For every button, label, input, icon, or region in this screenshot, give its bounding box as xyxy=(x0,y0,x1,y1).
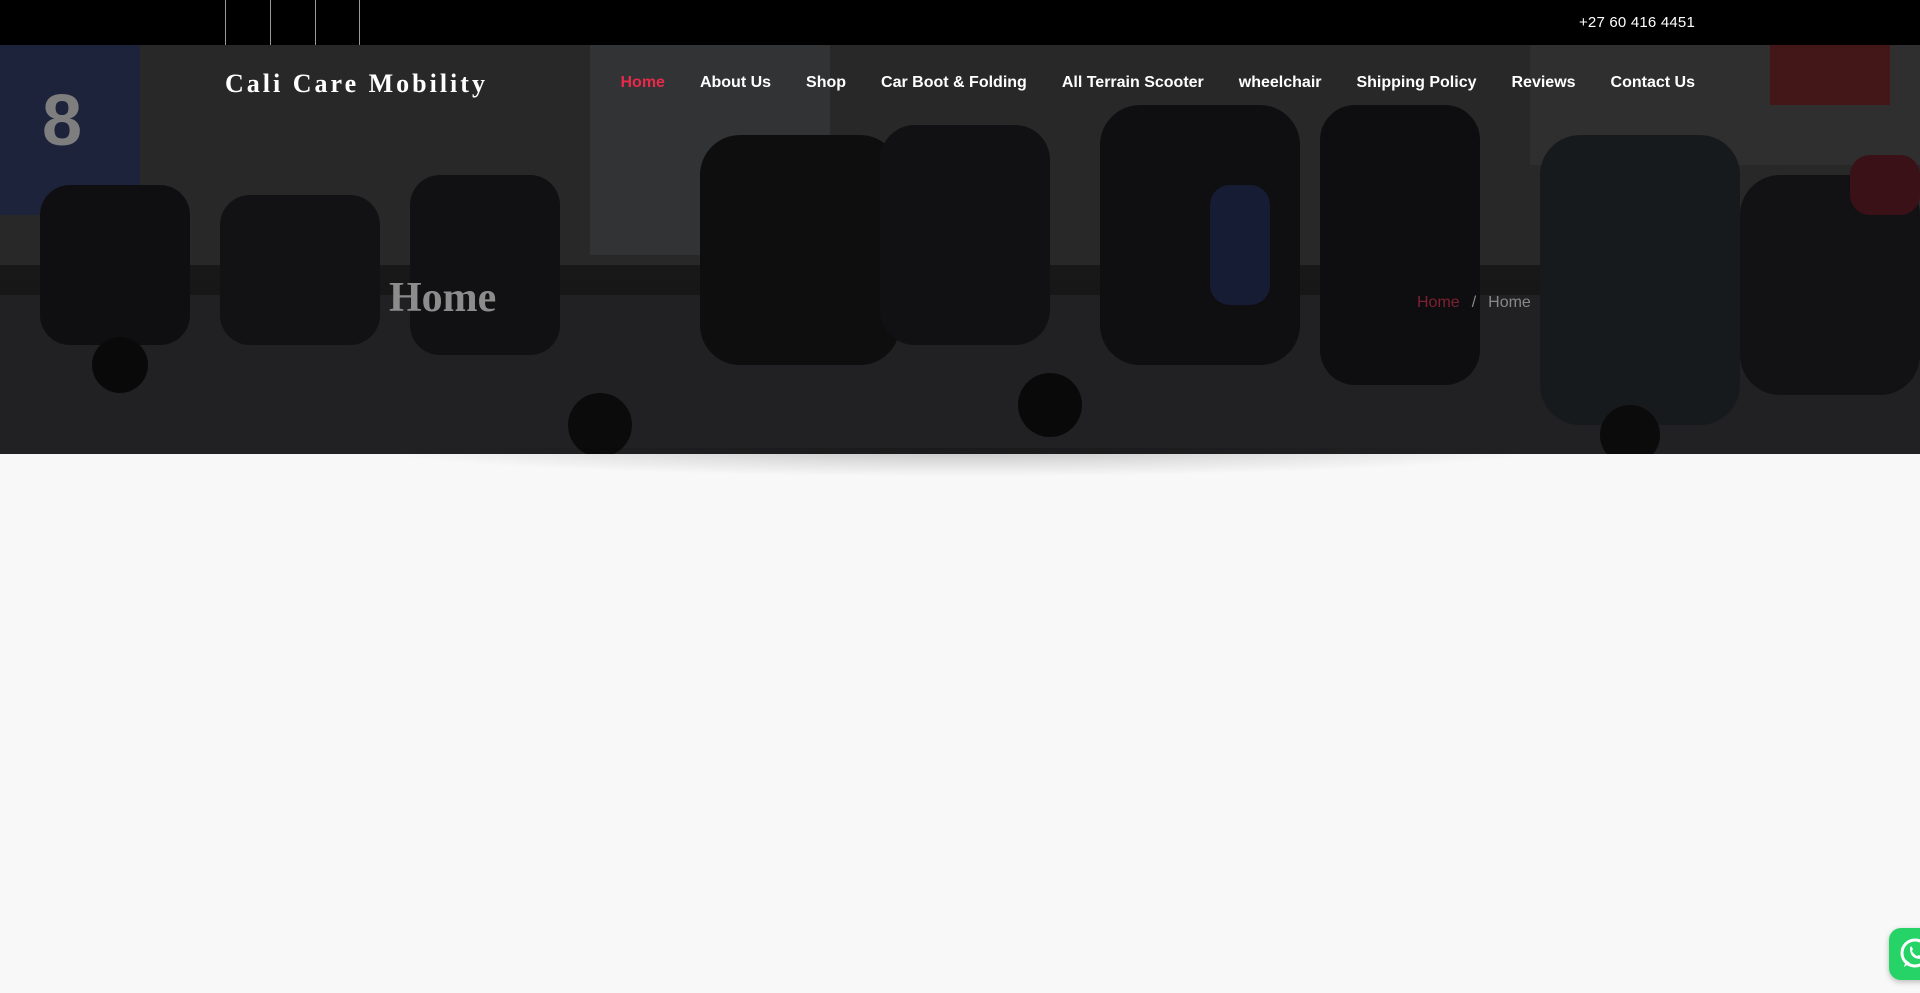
nav-all-terrain-scooter[interactable]: All Terrain Scooter xyxy=(1062,74,1204,92)
breadcrumb-current: Home xyxy=(1488,294,1531,311)
phone-number[interactable]: +27 60 416 4451 xyxy=(1579,14,1695,31)
page-title: Home xyxy=(389,275,497,321)
social-link-1-icon[interactable] xyxy=(225,0,270,45)
nav-contact-us[interactable]: Contact Us xyxy=(1611,74,1695,92)
whatsapp-button[interactable] xyxy=(1889,928,1920,980)
section-shadow xyxy=(380,448,1540,476)
top-bar: +27 60 416 4451 xyxy=(0,0,1920,45)
nav-shop[interactable]: Shop xyxy=(806,74,846,92)
breadcrumb: Home / Home xyxy=(1417,294,1531,312)
social-link-2-icon[interactable] xyxy=(270,0,315,45)
social-link-3-icon[interactable] xyxy=(315,0,360,45)
site-logo[interactable]: Cali Care Mobility xyxy=(225,69,488,99)
main-nav: Home About Us Shop Car Boot & Folding Al… xyxy=(620,74,1695,92)
hero-overlay xyxy=(0,45,1920,454)
nav-wheelchair[interactable]: wheelchair xyxy=(1239,74,1322,92)
nav-reviews[interactable]: Reviews xyxy=(1512,74,1576,92)
breadcrumb-home-link[interactable]: Home xyxy=(1417,294,1460,312)
nav-shipping-policy[interactable]: Shipping Policy xyxy=(1356,74,1476,92)
breadcrumb-separator: / xyxy=(1471,294,1477,311)
nav-car-boot-folding[interactable]: Car Boot & Folding xyxy=(881,74,1027,92)
whatsapp-icon xyxy=(1900,938,1920,968)
nav-home[interactable]: Home xyxy=(620,74,664,92)
hero-banner: 8 Cali Care Mobility Home About Us Shop … xyxy=(0,45,1920,454)
nav-about-us[interactable]: About Us xyxy=(700,74,771,92)
